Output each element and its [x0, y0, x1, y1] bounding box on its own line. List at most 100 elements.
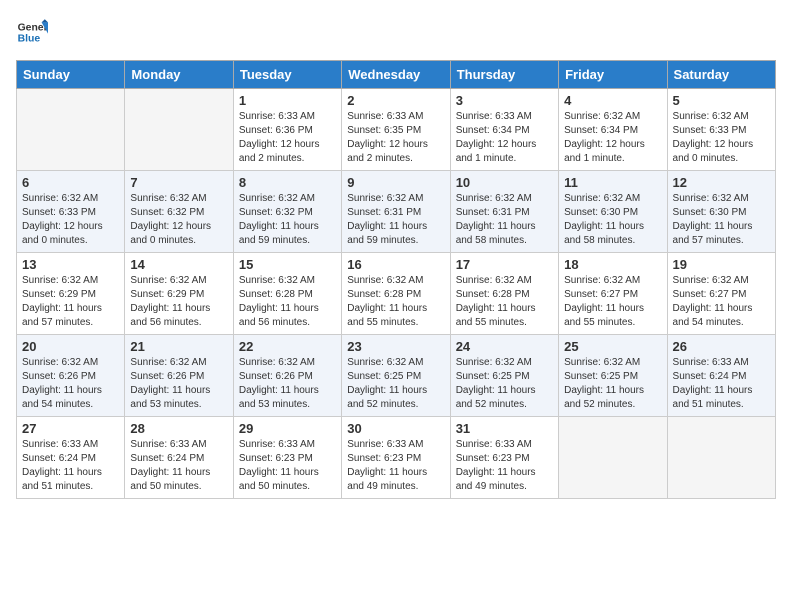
day-number: 19	[673, 257, 770, 272]
day-number: 26	[673, 339, 770, 354]
calendar-cell: 20Sunrise: 6:32 AM Sunset: 6:26 PM Dayli…	[17, 335, 125, 417]
day-number: 29	[239, 421, 336, 436]
calendar-cell: 7 Sunrise: 6:32 AM Sunset: 6:32 PM Daylig…	[125, 171, 233, 253]
calendar-cell: 6 Sunrise: 6:32 AM Sunset: 6:33 PM Daylig…	[17, 171, 125, 253]
calendar-cell: 31 Sunrise: 6:33 AM Sunset: 6:23 PM Dayli…	[450, 417, 558, 499]
calendar-cell: 25Sunrise: 6:32 AM Sunset: 6:25 PM Dayli…	[559, 335, 667, 417]
day-number: 28	[130, 421, 227, 436]
cell-info: Sunrise: 6:32 AM Sunset: 6:34 PM Dayligh…	[564, 110, 661, 166]
calendar-cell: 16 Sunrise: 6:32 AM Sunset: 6:28 PM Dayli…	[342, 253, 450, 335]
day-number: 6	[22, 175, 119, 190]
cell-info: Sunrise: 6:32 AM Sunset: 6:27 PM Dayligh…	[673, 274, 770, 330]
calendar-cell: 28 Sunrise: 6:33 AM Sunset: 6:24 PM Dayli…	[125, 417, 233, 499]
day-number: 31	[456, 421, 553, 436]
cell-info: Sunrise: 6:32 AM Sunset: 6:27 PM Dayligh…	[564, 274, 661, 330]
day-number: 24	[456, 339, 553, 354]
cell-info: Sunrise: 6:33 AM Sunset: 6:34 PM Dayligh…	[456, 110, 553, 166]
col-header-tuesday: Tuesday	[233, 61, 341, 89]
header-row: SundayMondayTuesdayWednesdayThursdayFrid…	[17, 61, 776, 89]
cell-info: Sunrise: 6:32 AM Sunset: 6:26 PM Dayligh…	[239, 356, 336, 412]
calendar-cell: 11 Sunrise: 6:32 AM Sunset: 6:30 PM Dayli…	[559, 171, 667, 253]
svg-text:Blue: Blue	[18, 34, 41, 45]
cell-info: Sunrise: 6:32 AM Sunset: 6:29 PM Dayligh…	[22, 274, 119, 330]
calendar-week-3: 13 Sunrise: 6:32 AM Sunset: 6:29 PM Dayli…	[17, 253, 776, 335]
calendar-cell: 21 Sunrise: 6:32 AM Sunset: 6:26 PM Dayli…	[125, 335, 233, 417]
day-number: 13	[22, 257, 119, 272]
calendar-cell	[17, 89, 125, 171]
col-header-monday: Monday	[125, 61, 233, 89]
calendar-cell: 26 Sunrise: 6:33 AM Sunset: 6:24 PM Dayli…	[667, 335, 775, 417]
col-header-thursday: Thursday	[450, 61, 558, 89]
calendar-cell	[559, 417, 667, 499]
calendar-cell: 23 Sunrise: 6:32 AM Sunset: 6:25 PM Dayli…	[342, 335, 450, 417]
cell-info: Sunrise: 6:32 AM Sunset: 6:33 PM Dayligh…	[22, 192, 119, 248]
day-number: 3	[456, 93, 553, 108]
day-number: 2	[347, 93, 444, 108]
cell-info: Sunrise: 6:32 AM Sunset: 6:32 PM Dayligh…	[239, 192, 336, 248]
cell-info: Sunrise: 6:32 AM Sunset: 6:32 PM Dayligh…	[130, 192, 227, 248]
cell-info: Sunrise: 6:33 AM Sunset: 6:24 PM Dayligh…	[22, 438, 119, 494]
day-number: 27	[22, 421, 119, 436]
cell-info: Sunrise: 6:33 AM Sunset: 6:23 PM Dayligh…	[347, 438, 444, 494]
calendar-cell: 18 Sunrise: 6:32 AM Sunset: 6:27 PM Dayli…	[559, 253, 667, 335]
day-number: 25	[564, 339, 661, 354]
day-number: 21	[130, 339, 227, 354]
calendar-cell: 19 Sunrise: 6:32 AM Sunset: 6:27 PM Dayli…	[667, 253, 775, 335]
day-number: 10	[456, 175, 553, 190]
day-number: 1	[239, 93, 336, 108]
calendar-cell: 5 Sunrise: 6:32 AM Sunset: 6:33 PM Daylig…	[667, 89, 775, 171]
day-number: 4	[564, 93, 661, 108]
cell-info: Sunrise: 6:33 AM Sunset: 6:36 PM Dayligh…	[239, 110, 336, 166]
cell-info: Sunrise: 6:32 AM Sunset: 6:31 PM Dayligh…	[456, 192, 553, 248]
day-number: 15	[239, 257, 336, 272]
calendar-cell: 10 Sunrise: 6:32 AM Sunset: 6:31 PM Dayli…	[450, 171, 558, 253]
day-number: 8	[239, 175, 336, 190]
calendar-cell: 24 Sunrise: 6:32 AM Sunset: 6:25 PM Dayli…	[450, 335, 558, 417]
calendar-cell: 4 Sunrise: 6:32 AM Sunset: 6:34 PM Daylig…	[559, 89, 667, 171]
calendar-week-2: 6 Sunrise: 6:32 AM Sunset: 6:33 PM Daylig…	[17, 171, 776, 253]
day-number: 18	[564, 257, 661, 272]
logo-icon: General Blue	[16, 16, 48, 48]
cell-info: Sunrise: 6:32 AM Sunset: 6:25 PM Dayligh…	[347, 356, 444, 412]
calendar-cell: 2Sunrise: 6:33 AM Sunset: 6:35 PM Daylig…	[342, 89, 450, 171]
day-number: 7	[130, 175, 227, 190]
calendar-cell	[125, 89, 233, 171]
calendar-table: SundayMondayTuesdayWednesdayThursdayFrid…	[16, 60, 776, 499]
calendar-cell: 22Sunrise: 6:32 AM Sunset: 6:26 PM Dayli…	[233, 335, 341, 417]
calendar-cell: 27 Sunrise: 6:33 AM Sunset: 6:24 PM Dayli…	[17, 417, 125, 499]
cell-info: Sunrise: 6:33 AM Sunset: 6:24 PM Dayligh…	[673, 356, 770, 412]
cell-info: Sunrise: 6:32 AM Sunset: 6:28 PM Dayligh…	[239, 274, 336, 330]
calendar-cell: 17Sunrise: 6:32 AM Sunset: 6:28 PM Dayli…	[450, 253, 558, 335]
day-number: 23	[347, 339, 444, 354]
cell-info: Sunrise: 6:33 AM Sunset: 6:23 PM Dayligh…	[239, 438, 336, 494]
calendar-cell: 14Sunrise: 6:32 AM Sunset: 6:29 PM Dayli…	[125, 253, 233, 335]
cell-info: Sunrise: 6:33 AM Sunset: 6:24 PM Dayligh…	[130, 438, 227, 494]
day-number: 30	[347, 421, 444, 436]
cell-info: Sunrise: 6:32 AM Sunset: 6:33 PM Dayligh…	[673, 110, 770, 166]
calendar-cell: 12 Sunrise: 6:32 AM Sunset: 6:30 PM Dayli…	[667, 171, 775, 253]
cell-info: Sunrise: 6:32 AM Sunset: 6:30 PM Dayligh…	[673, 192, 770, 248]
day-number: 17	[456, 257, 553, 272]
cell-info: Sunrise: 6:32 AM Sunset: 6:25 PM Dayligh…	[456, 356, 553, 412]
day-number: 16	[347, 257, 444, 272]
calendar-cell: 9Sunrise: 6:32 AM Sunset: 6:31 PM Daylig…	[342, 171, 450, 253]
calendar-cell: 1 Sunrise: 6:33 AM Sunset: 6:36 PM Daylig…	[233, 89, 341, 171]
cell-info: Sunrise: 6:32 AM Sunset: 6:28 PM Dayligh…	[347, 274, 444, 330]
cell-info: Sunrise: 6:33 AM Sunset: 6:23 PM Dayligh…	[456, 438, 553, 494]
calendar-cell: 3 Sunrise: 6:33 AM Sunset: 6:34 PM Daylig…	[450, 89, 558, 171]
col-header-friday: Friday	[559, 61, 667, 89]
col-header-sunday: Sunday	[17, 61, 125, 89]
day-number: 11	[564, 175, 661, 190]
cell-info: Sunrise: 6:32 AM Sunset: 6:26 PM Dayligh…	[130, 356, 227, 412]
calendar-week-5: 27 Sunrise: 6:33 AM Sunset: 6:24 PM Dayli…	[17, 417, 776, 499]
col-header-saturday: Saturday	[667, 61, 775, 89]
cell-info: Sunrise: 6:32 AM Sunset: 6:30 PM Dayligh…	[564, 192, 661, 248]
calendar-cell	[667, 417, 775, 499]
day-number: 14	[130, 257, 227, 272]
page-header: General Blue	[16, 16, 776, 48]
cell-info: Sunrise: 6:32 AM Sunset: 6:26 PM Dayligh…	[22, 356, 119, 412]
day-number: 5	[673, 93, 770, 108]
calendar-cell: 30 Sunrise: 6:33 AM Sunset: 6:23 PM Dayli…	[342, 417, 450, 499]
day-number: 12	[673, 175, 770, 190]
calendar-week-1: 1 Sunrise: 6:33 AM Sunset: 6:36 PM Daylig…	[17, 89, 776, 171]
